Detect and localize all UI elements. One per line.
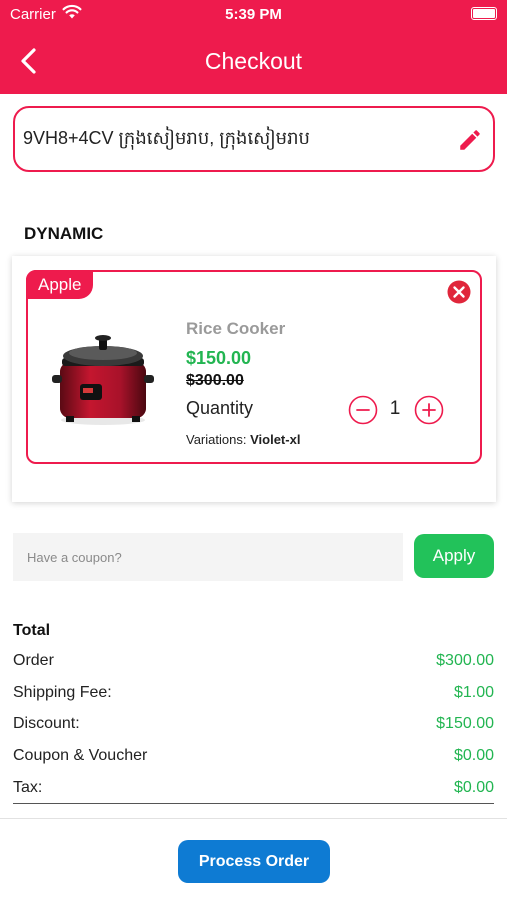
product-image [52,335,154,425]
totals-row-label: Order [13,652,54,669]
quantity-value: 1 [389,398,401,419]
checkout-footer: Process Order [0,818,507,900]
edit-pencil-icon[interactable] [457,127,483,153]
address-text: 9VH8+4CV ក្រុងសៀមរាប, ក្រុងសៀមរាប [23,128,310,148]
variations-info: Variations: Violet-xl [186,432,300,447]
cart-item-card: Apple Rice Cooker $150.00 $300.00 Quanti… [26,270,482,464]
totals-row-coupon: Coupon & Voucher $0.00 [13,739,494,771]
totals-section: Total Order $300.00 Shipping Fee: $1.00 … [13,622,494,805]
totals-row-label: Tax: [13,778,43,796]
store-name: DYNAMIC [24,224,104,243]
totals-row-label: Shipping Fee: [13,683,112,701]
totals-row-value: $0.00 [453,747,494,765]
clock-time: 5:39 PM [225,6,282,23]
apply-coupon-button[interactable]: Apply [414,534,494,578]
remove-icon[interactable] [447,280,471,304]
variations-label: Variations: [186,432,247,447]
totals-row-label: Coupon & Voucher [13,747,148,765]
totals-row-shipping: Shipping Fee: $1.00 [13,676,494,708]
battery-icon [471,7,497,20]
quantity-label: Quantity [186,398,254,418]
totals-row-tax: Tax: $0.00 [13,771,494,803]
page-title: Checkout [204,48,303,74]
status-bar: Carrier 5:39 PM [0,0,507,30]
process-order-button[interactable]: Process Order [178,840,330,883]
brand-tag: Apple [26,270,94,299]
totals-divider [13,803,494,805]
delivery-address-field[interactable]: 9VH8+4CV ក្រុងសៀមរាប, ក្រុងសៀមរាប [13,106,495,172]
totals-title: Total [13,622,51,639]
totals-row-label: Discount: [13,715,80,733]
nav-bar: Checkout [0,30,507,94]
totals-row-discount: Discount: $150.00 [13,707,494,739]
totals-row-value: $150.00 [436,715,494,733]
totals-row-order: Order $300.00 [13,644,494,676]
store-card: Apple Rice Cooker $150.00 $300.00 Quanti… [12,256,496,502]
product-name: Rice Cooker [186,319,286,338]
minus-icon[interactable] [348,395,378,425]
product-price: $150.00 [186,348,252,368]
product-old-price: $300.00 [186,372,244,389]
totals-row-value: $300.00 [436,652,494,669]
totals-row-value: $1.00 [453,683,494,701]
variations-value: Violet-xl [250,432,301,447]
coupon-input[interactable] [13,533,403,581]
plus-icon[interactable] [414,395,444,425]
totals-row-value: $0.00 [453,778,494,796]
